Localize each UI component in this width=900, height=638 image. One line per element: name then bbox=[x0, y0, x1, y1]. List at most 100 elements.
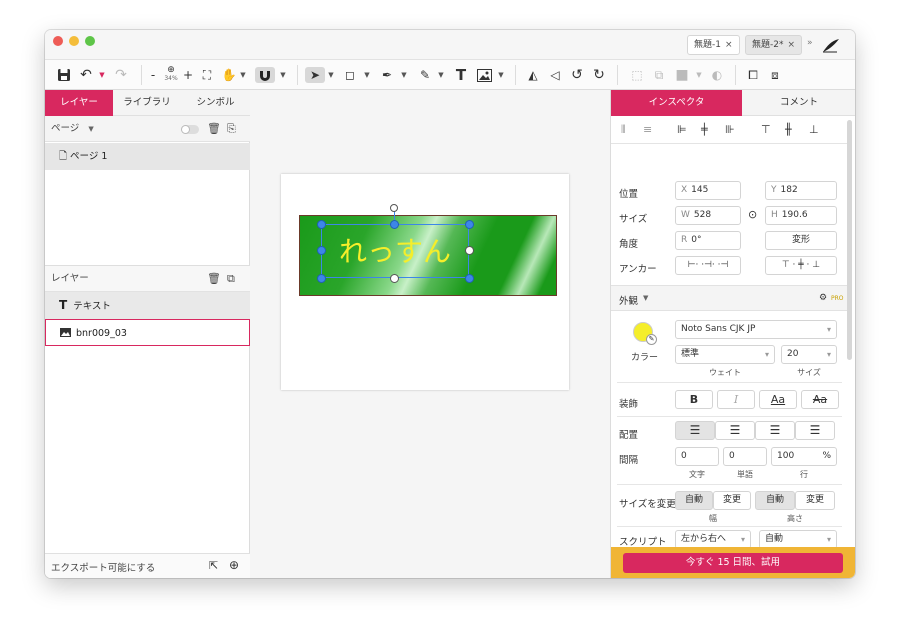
w-field[interactable]: W 528 bbox=[675, 206, 741, 225]
boolean-ops-icon[interactable]: ■ bbox=[673, 67, 691, 83]
shape-tool-icon[interactable]: ◻ bbox=[341, 67, 359, 83]
anchor-vertical-group[interactable]: ⊤ · ╪ · ⊥ bbox=[765, 256, 837, 275]
x-field[interactable]: X 145 bbox=[675, 181, 741, 200]
close-tab-icon[interactable]: × bbox=[725, 40, 733, 50]
resize-handle[interactable] bbox=[317, 274, 326, 283]
align-right-icon[interactable]: ⊪ bbox=[725, 123, 735, 136]
start-trial-button[interactable]: 今すぐ 15 日間、試用 bbox=[623, 553, 843, 573]
artboard[interactable]: れっすん bbox=[281, 174, 569, 390]
line-spacing-field[interactable]: 100% bbox=[771, 447, 837, 466]
char-spacing-field[interactable]: 0 bbox=[675, 447, 719, 466]
strikethrough-button[interactable]: Aa bbox=[801, 390, 839, 409]
resize-handle[interactable] bbox=[390, 274, 399, 283]
flip-vertical-icon[interactable]: ◁ bbox=[547, 67, 563, 83]
redo-icon[interactable]: ↷ bbox=[113, 67, 129, 83]
image-tool-icon[interactable] bbox=[475, 67, 493, 83]
align-text-left-icon[interactable]: ☰ bbox=[675, 421, 715, 440]
lock-aspect-icon[interactable]: ⊙ bbox=[748, 208, 757, 221]
group-icon[interactable]: ⬚ bbox=[629, 67, 645, 83]
tab-library[interactable]: ライブラリ bbox=[113, 90, 181, 116]
add-page-icon[interactable]: ⎘ bbox=[227, 116, 236, 142]
h-field[interactable]: H 190.6 bbox=[765, 206, 837, 225]
save-icon[interactable] bbox=[57, 68, 71, 84]
bold-button[interactable]: B bbox=[675, 390, 713, 409]
mask-icon[interactable]: ◐ bbox=[709, 67, 725, 83]
rotation-field[interactable]: R 0° bbox=[675, 231, 741, 250]
align-text-center-icon[interactable]: ☰ bbox=[715, 421, 755, 440]
font-size-select[interactable]: 20 bbox=[781, 345, 837, 364]
appearance-header[interactable]: 外観 ▼ ⚙ PRO bbox=[611, 285, 847, 311]
text-tool-icon[interactable]: T bbox=[453, 67, 469, 83]
pencil-tool-icon[interactable]: ✎ bbox=[417, 67, 433, 83]
align-bottom-icon[interactable]: ⊥ bbox=[809, 123, 819, 136]
zoom-window-button[interactable] bbox=[85, 36, 95, 46]
pages-toggle[interactable] bbox=[181, 125, 199, 134]
resize-handle[interactable] bbox=[465, 246, 474, 255]
align-top-icon[interactable]: ⊤ bbox=[761, 123, 771, 136]
align-text-justify-icon[interactable]: ☰ bbox=[795, 421, 835, 440]
flip-horizontal-icon[interactable]: ◭ bbox=[525, 67, 541, 83]
distribute-vertical-icon[interactable]: ≡ bbox=[643, 123, 652, 136]
doc-tab-2[interactable]: 無題-2* × bbox=[745, 35, 803, 55]
hand-caret-icon[interactable]: ▼ bbox=[239, 67, 247, 83]
style-settings-icon[interactable]: ⚙ bbox=[819, 293, 827, 303]
font-weight-select[interactable]: 標準 bbox=[675, 345, 775, 364]
doc-tab-1[interactable]: 無題-1 × bbox=[687, 35, 740, 55]
close-tab-icon[interactable]: × bbox=[787, 40, 795, 50]
inspector-scrollbar[interactable] bbox=[847, 120, 852, 360]
pages-caret-icon[interactable]: ▼ bbox=[88, 125, 93, 133]
tab-symbols[interactable]: シンボル bbox=[181, 90, 250, 116]
snap-caret-icon[interactable]: ▼ bbox=[279, 67, 287, 83]
resize-handle[interactable] bbox=[465, 274, 474, 283]
ungroup-icon[interactable]: ⧉ bbox=[651, 67, 667, 83]
select-tool-icon[interactable]: ➤ bbox=[305, 67, 325, 83]
undo-history-caret-icon[interactable]: ▼ bbox=[98, 67, 106, 83]
layer-item-text[interactable]: T テキスト bbox=[45, 292, 250, 319]
height-auto-button[interactable]: 自動 bbox=[755, 491, 795, 510]
hand-tool-icon[interactable]: ✋ bbox=[221, 67, 237, 83]
tab-layers[interactable]: レイヤー bbox=[45, 90, 113, 116]
tab-comments[interactable]: コメント bbox=[742, 90, 855, 116]
rotate-handle[interactable] bbox=[390, 204, 398, 212]
height-change-button[interactable]: 変更 bbox=[795, 491, 835, 510]
rotate-left-icon[interactable]: ↺ bbox=[569, 67, 585, 83]
resize-handle[interactable] bbox=[317, 246, 326, 255]
delete-page-icon[interactable]: 🗑 bbox=[207, 116, 221, 142]
resize-handle[interactable] bbox=[390, 220, 399, 229]
pen-caret-icon[interactable]: ▼ bbox=[400, 67, 408, 83]
page-item[interactable]: 🗋 ページ 1 bbox=[45, 143, 250, 170]
anchor-horizontal-group[interactable]: ⊢· ·⊣· ·⊣ bbox=[675, 256, 741, 275]
word-spacing-field[interactable]: 0 bbox=[723, 447, 767, 466]
align-text-right-icon[interactable]: ☰ bbox=[755, 421, 795, 440]
width-auto-button[interactable]: 自動 bbox=[675, 491, 713, 510]
zoom-in-button[interactable]: + bbox=[183, 67, 193, 83]
rotate-right-icon[interactable]: ↻ bbox=[591, 67, 607, 83]
undo-icon[interactable]: ↶ bbox=[78, 67, 94, 83]
align-center-h-icon[interactable]: ╪ bbox=[701, 123, 708, 136]
add-layer-icon[interactable]: ⧉ bbox=[227, 266, 235, 292]
export-icon[interactable]: ⇱ bbox=[209, 559, 218, 572]
close-window-button[interactable] bbox=[53, 36, 63, 46]
zoom-out-button[interactable]: - bbox=[148, 67, 158, 83]
font-family-select[interactable]: Noto Sans CJK JP bbox=[675, 320, 837, 339]
delete-layer-icon[interactable]: 🗑 bbox=[207, 266, 221, 292]
fit-screen-icon[interactable]: ⛶ bbox=[199, 67, 215, 83]
align-left-icon[interactable]: ⊫ bbox=[677, 123, 687, 136]
tabs-overflow-icon[interactable]: » bbox=[807, 38, 813, 48]
tab-inspector[interactable]: インスペクタ bbox=[611, 90, 742, 116]
boolean-caret-icon[interactable]: ▼ bbox=[695, 67, 703, 83]
pen-tool-icon[interactable]: ✒ bbox=[379, 67, 395, 83]
transform-button[interactable]: 変形 bbox=[765, 231, 837, 250]
italic-button[interactable]: I bbox=[717, 390, 755, 409]
image-caret-icon[interactable]: ▼ bbox=[497, 67, 505, 83]
send-backward-icon[interactable]: ⧈ bbox=[767, 67, 783, 83]
shape-caret-icon[interactable]: ▼ bbox=[363, 67, 371, 83]
pencil-caret-icon[interactable]: ▼ bbox=[437, 67, 445, 83]
width-change-button[interactable]: 変更 bbox=[713, 491, 751, 510]
magnet-snap-icon[interactable] bbox=[255, 67, 275, 83]
y-field[interactable]: Y 182 bbox=[765, 181, 837, 200]
minimize-window-button[interactable] bbox=[69, 36, 79, 46]
eyedropper-icon[interactable]: ✎ bbox=[646, 334, 657, 345]
underline-button[interactable]: Aa bbox=[759, 390, 797, 409]
select-caret-icon[interactable]: ▼ bbox=[327, 67, 335, 83]
